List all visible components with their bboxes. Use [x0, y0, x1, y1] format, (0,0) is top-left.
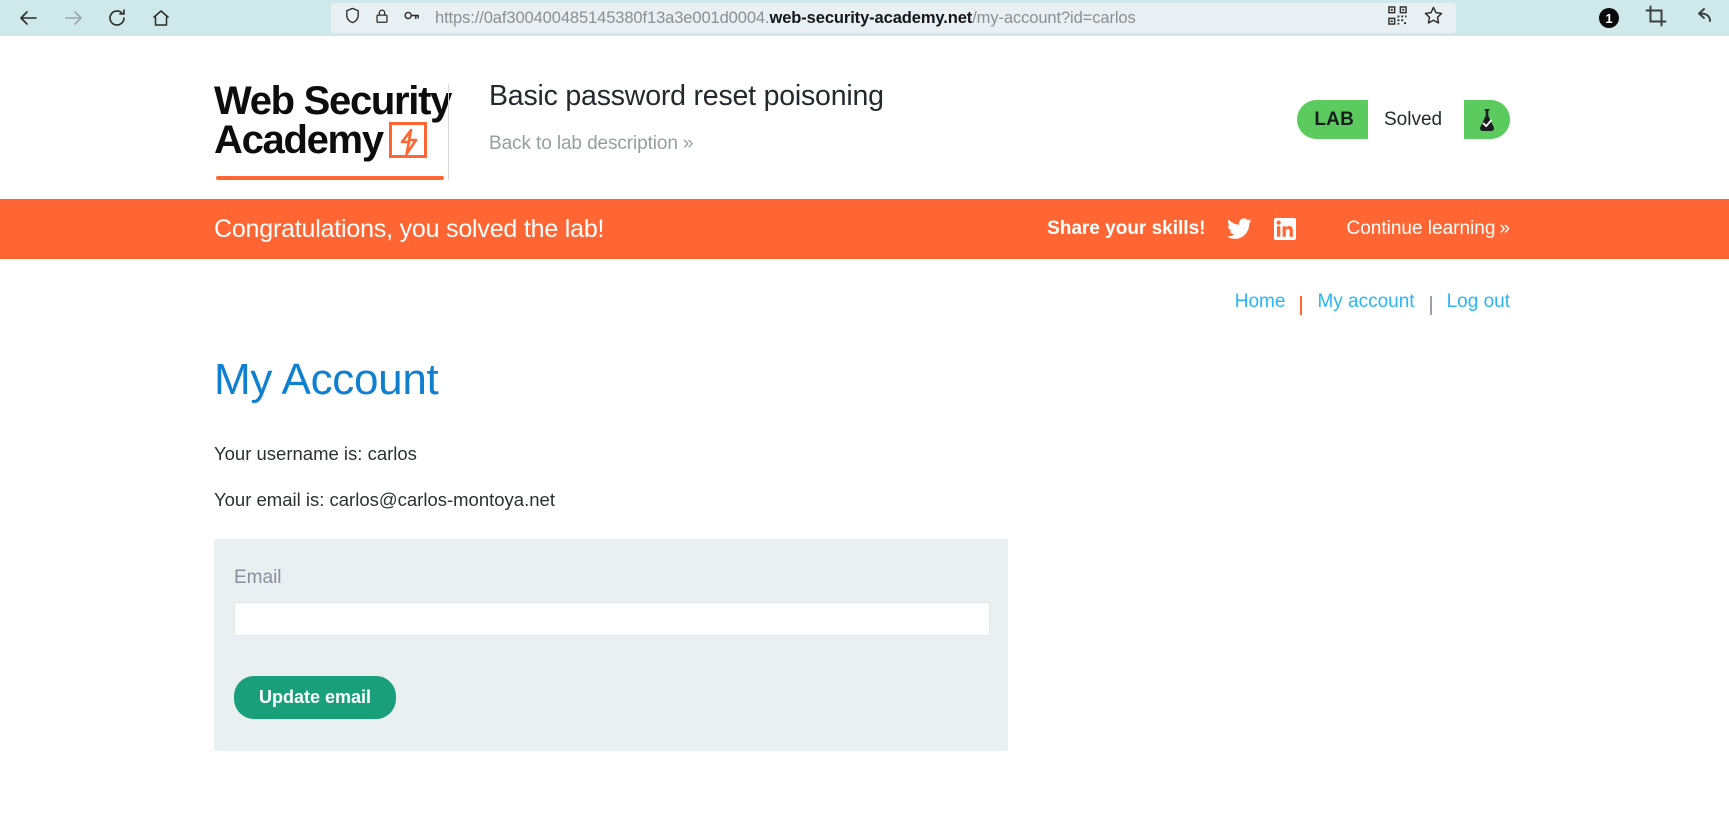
browser-nav-buttons	[0, 3, 178, 33]
logo-line-2: Academy	[214, 117, 384, 162]
nav-link-my-account[interactable]: My account	[1317, 291, 1414, 313]
continue-learning-label: Continue learning	[1346, 218, 1496, 239]
banner-share-block: Share your skills! Continue learning»	[1047, 218, 1510, 240]
qr-code-icon[interactable]	[1388, 6, 1407, 30]
lightning-bolt-icon	[388, 121, 427, 158]
chevron-right-icon: »	[1499, 218, 1510, 239]
email-line: Your email is: carlos@carlos-montoya.net	[214, 489, 555, 510]
logo-line-1: Web Security	[214, 79, 452, 123]
urlbar-actions	[1388, 5, 1448, 31]
shield-icon[interactable]	[343, 6, 362, 30]
urlbar-security-icons	[339, 6, 421, 30]
star-bookmark-icon[interactable]	[1423, 5, 1444, 31]
browser-extension-actions: 1	[1599, 0, 1715, 36]
back-button[interactable]	[12, 3, 46, 33]
site-logo[interactable]: Web Security Academy	[214, 79, 472, 180]
home-icon	[150, 7, 172, 29]
url-text[interactable]: https://0af300400485145380f13a3e001d0004…	[435, 9, 1136, 28]
back-to-lab-label: Back to lab description	[489, 133, 678, 154]
lab-title: Basic password reset poisoning	[489, 80, 884, 112]
url-path: /my-account?id=carlos	[972, 8, 1136, 27]
forward-arrow-icon	[62, 7, 84, 29]
browser-toolbar: https://0af300400485145380f13a3e001d0004…	[0, 0, 1729, 36]
linkedin-icon[interactable]	[1274, 218, 1297, 240]
page-title: My Account	[214, 355, 439, 404]
reload-icon	[106, 7, 128, 29]
notification-count-badge[interactable]: 1	[1599, 8, 1619, 28]
undo-arrow-icon[interactable]	[1693, 5, 1715, 32]
share-your-skills-label: Share your skills!	[1047, 218, 1206, 239]
lab-status-state: Solved	[1368, 100, 1464, 139]
lab-solved-banner: Congratulations, you solved the lab! Sha…	[0, 199, 1729, 259]
email-input[interactable]	[234, 602, 990, 636]
flask-check-icon	[1464, 100, 1510, 139]
back-arrow-icon	[18, 7, 40, 29]
reload-button[interactable]	[100, 3, 134, 33]
lab-status-tag: LAB	[1314, 108, 1354, 130]
crop-icon[interactable]	[1645, 5, 1667, 32]
main-content: My Account Your username is: carlos Your…	[214, 355, 1114, 751]
lab-status-widget[interactable]: LAB Solved	[1297, 100, 1510, 139]
update-email-form: Email Update email	[214, 539, 1008, 751]
nav-separator	[1429, 295, 1432, 315]
url-scheme: https://0af300400485145380f13a3e001d0004…	[435, 8, 770, 27]
header-divider	[448, 84, 449, 180]
username-line: Your username is: carlos	[214, 443, 417, 464]
nav-link-log-out[interactable]: Log out	[1447, 291, 1510, 313]
twitter-icon[interactable]	[1227, 218, 1253, 240]
forward-button[interactable]	[56, 3, 90, 33]
back-to-lab-description-link[interactable]: Back to lab description»	[489, 133, 884, 155]
nav-link-home[interactable]: Home	[1235, 291, 1286, 313]
site-header: Web Security Academy Basic password rese…	[0, 36, 1729, 199]
key-icon[interactable]	[402, 6, 421, 30]
nav-separator	[1300, 295, 1303, 315]
lock-icon[interactable]	[373, 7, 391, 30]
url-bar[interactable]: https://0af300400485145380f13a3e001d0004…	[331, 3, 1456, 33]
banner-message: Congratulations, you solved the lab!	[214, 214, 605, 243]
url-host: web-security-academy.net	[769, 8, 973, 27]
account-nav: Home My account Log out	[0, 259, 1729, 315]
update-email-button[interactable]: Update email	[234, 676, 397, 719]
email-field-label: Email	[234, 567, 282, 588]
page-body: Home My account Log out My Account Your …	[0, 259, 1729, 791]
logo-underline	[216, 176, 444, 180]
home-button[interactable]	[144, 3, 178, 33]
chevron-right-icon: »	[682, 133, 694, 154]
continue-learning-link[interactable]: Continue learning»	[1346, 218, 1510, 240]
header-title-block: Basic password reset poisoning Back to l…	[489, 80, 884, 155]
